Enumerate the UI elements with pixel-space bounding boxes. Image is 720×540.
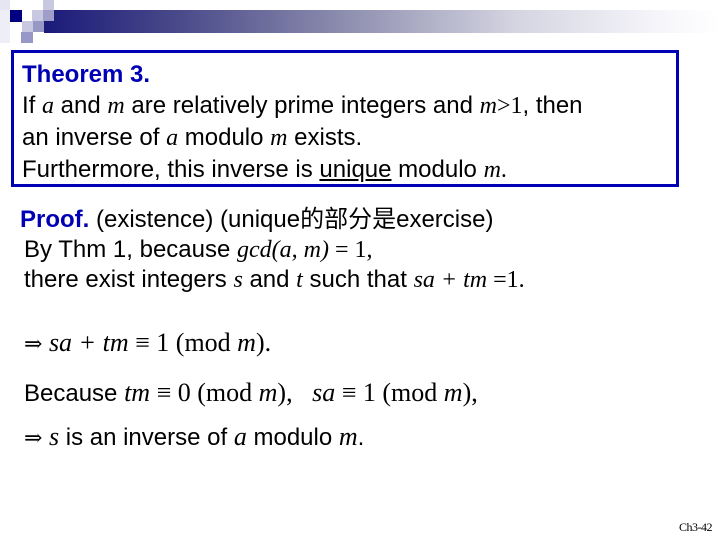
- equiv-symbol: ≡: [135, 328, 150, 357]
- text: exists.: [287, 124, 363, 151]
- implies-arrow-icon: ⇒: [24, 426, 43, 451]
- text: are relatively prime integers and: [124, 92, 480, 119]
- text: modulo: [178, 124, 271, 151]
- implies-arrow-icon: ⇒: [24, 332, 43, 357]
- decor-square: [0, 0, 10, 10]
- math-expr: 1 (mod: [149, 328, 238, 357]
- math-expr: sa + tm: [413, 267, 488, 293]
- math-expr: gcd(a, m): [237, 237, 329, 263]
- math-var: s: [42, 422, 60, 451]
- theorem-title: Theorem 3.: [22, 61, 151, 88]
- equiv-symbol: ≡: [150, 378, 178, 407]
- text: .: [500, 157, 507, 183]
- theorem-line-2: an inverse of a modulo m exists.: [22, 122, 676, 154]
- text: , then: [522, 92, 583, 119]
- underlined-word: unique: [319, 156, 392, 183]
- proof-heading: Proof. (existence) (unique的部分是exercise): [20, 205, 710, 235]
- proof-title: Proof.: [20, 206, 90, 233]
- math-expr: 1 (mod: [362, 378, 444, 407]
- text: modulo: [391, 156, 484, 183]
- theorem-box: Theorem 3. If a and m are relatively pri…: [11, 50, 679, 187]
- decor-square: [33, 21, 44, 32]
- proof-subtitle: (existence) (unique的部分是exercise): [89, 206, 494, 233]
- proof-line-2: there exist integers s and t such that s…: [20, 265, 710, 295]
- decor-square: [0, 10, 10, 43]
- math-var: m: [338, 422, 358, 451]
- math-expr: sa + tm: [42, 328, 136, 357]
- math-var: a: [42, 93, 55, 119]
- slide-number: Ch3-42: [679, 520, 713, 534]
- text: and: [54, 92, 108, 119]
- math-expr: ).: [255, 328, 272, 357]
- equiv-symbol: ≡: [335, 378, 363, 407]
- math-expr: ),: [462, 378, 478, 407]
- math-var: m: [237, 328, 256, 357]
- decor-square: [22, 21, 33, 32]
- math-var: m: [479, 93, 497, 119]
- math-expr: =1.: [487, 267, 525, 293]
- text: Furthermore, this inverse is: [22, 156, 320, 183]
- proof-line-3: ⇒ sa + tm ≡ 1 (mod m).: [24, 328, 271, 358]
- math-var: a: [233, 422, 247, 451]
- proof-line-1: By Thm 1, because gcd(a, m) = 1,: [20, 235, 710, 265]
- text: If: [22, 92, 43, 119]
- decor-square: [43, 10, 54, 21]
- math-var: m: [443, 378, 463, 407]
- text: Because: [24, 380, 125, 407]
- math-expr: tm: [124, 378, 151, 407]
- text: an inverse of: [22, 124, 167, 151]
- math-condition: >1: [496, 93, 523, 119]
- theorem-line-3: Furthermore, this inverse is unique modu…: [22, 154, 676, 186]
- math-var: a: [166, 125, 179, 151]
- text: is an inverse of: [59, 424, 234, 451]
- math-expr: ),: [277, 378, 313, 407]
- math-expr: = 1,: [328, 237, 373, 263]
- math-var: t: [296, 267, 303, 293]
- proof-section: Proof. (existence) (unique的部分是exercise) …: [20, 205, 710, 295]
- text: .: [357, 424, 365, 451]
- math-expr: sa: [312, 378, 336, 407]
- proof-line-4: Because tm ≡ 0 (mod m), sa ≡ 1 (mod m),: [24, 378, 478, 408]
- theorem-line-1: If a and m are relatively prime integers…: [22, 90, 676, 122]
- decor-square: [22, 0, 32, 10]
- text: and: [242, 266, 297, 293]
- math-var: s: [233, 267, 243, 293]
- math-var: m: [107, 93, 125, 119]
- header-gradient-bar: [44, 10, 720, 33]
- decor-square: [21, 32, 33, 43]
- decor-square: [32, 10, 43, 21]
- text: modulo: [246, 424, 339, 451]
- math-var: m: [483, 157, 501, 183]
- text: such that: [302, 266, 414, 293]
- math-var: m: [270, 125, 288, 151]
- math-expr: 0 (mod: [177, 378, 259, 407]
- proof-line-5: ⇒ s is an inverse of a modulo m.: [24, 422, 364, 452]
- decor-square: [10, 10, 22, 22]
- math-var: m: [258, 378, 278, 407]
- decor-square: [43, 0, 54, 10]
- text: there exist integers: [24, 266, 234, 293]
- text: By Thm 1, because: [24, 236, 237, 263]
